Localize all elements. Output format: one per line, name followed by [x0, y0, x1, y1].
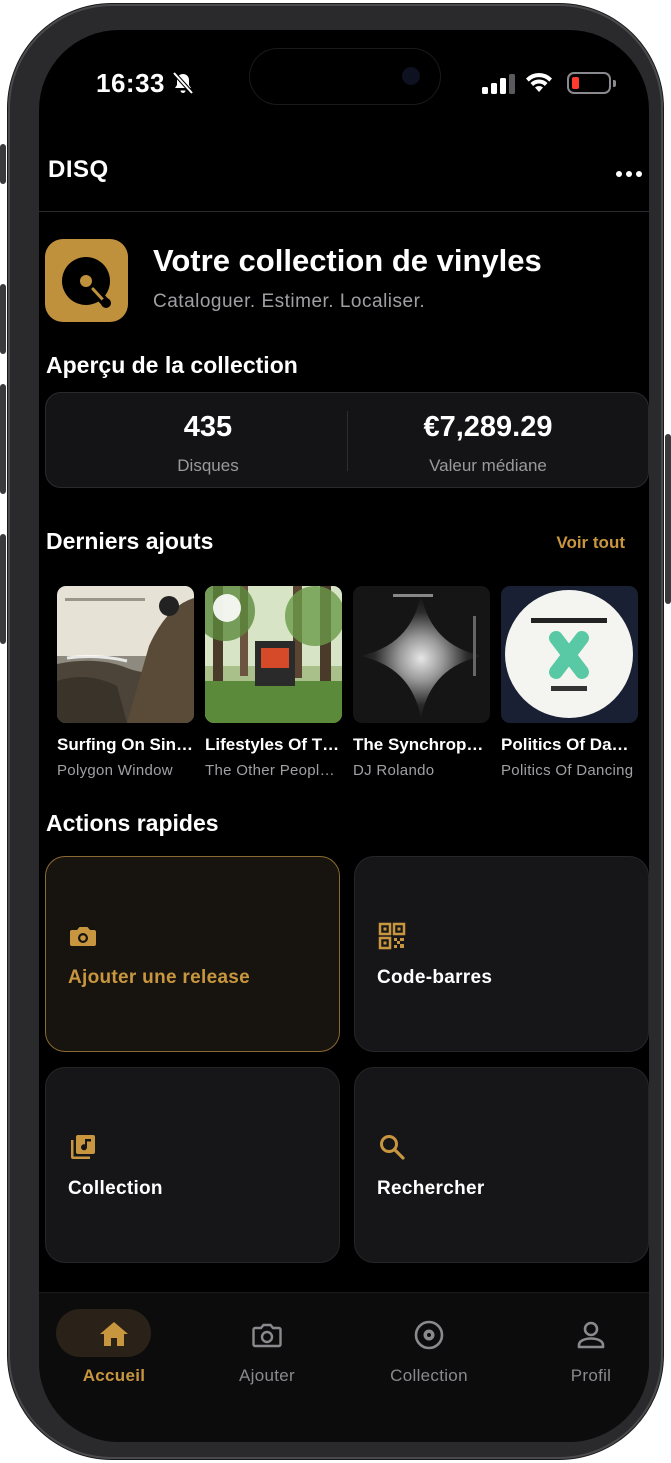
quick-actions-heading: Actions rapides — [46, 810, 219, 836]
app-name: DISQ — [48, 156, 109, 183]
album-title: Politics Of Dancing — [501, 735, 638, 754]
median-value: €7,289.29 — [423, 411, 553, 443]
app-header: DISQ — [39, 140, 649, 212]
add-release-button[interactable]: Ajouter une release — [45, 856, 340, 1052]
volume-down-button — [0, 384, 6, 494]
album-title: Lifestyles Of The Laptop Café — [205, 735, 342, 754]
tab-add-label: Ajouter — [239, 1366, 295, 1385]
dynamic-island — [250, 49, 440, 104]
volume-up-button — [0, 284, 6, 354]
recent-heading: Derniers ajouts — [46, 528, 214, 554]
qr-code-icon — [378, 922, 406, 950]
album-title: Surfing On Sine Waves — [57, 735, 194, 754]
person-icon — [577, 1321, 605, 1349]
album-card[interactable]: The Synchrophone DJ Rolando — [353, 586, 490, 779]
collection-button[interactable]: Collection — [45, 1067, 340, 1263]
tab-profile[interactable]: Profil — [516, 1293, 649, 1403]
volume-button — [0, 534, 6, 644]
records-count: 435 — [183, 411, 233, 443]
search-label: Rechercher — [377, 1178, 485, 1199]
album-cover — [57, 586, 194, 723]
home-icon — [100, 1322, 128, 1346]
silent-bell-icon — [172, 71, 194, 95]
overview-heading: Aperçu de la collection — [46, 352, 298, 378]
tab-profile-label: Profil — [570, 1366, 612, 1385]
status-bar: 16:33 — [39, 30, 649, 140]
action-button — [0, 144, 6, 184]
hero-subtitle: Cataloguer. Estimer. Localiser. — [153, 291, 426, 312]
search-icon — [380, 1135, 405, 1160]
album-cover — [501, 586, 638, 723]
album-artist: The Other People Place — [205, 762, 342, 779]
tab-home-label: Accueil — [82, 1366, 146, 1385]
search-button[interactable]: Rechercher — [354, 1067, 649, 1263]
records-stat: 435 Disques — [58, 393, 358, 489]
tab-add[interactable]: Ajouter — [192, 1293, 342, 1403]
wifi-icon — [526, 72, 552, 92]
collection-label: Collection — [68, 1178, 163, 1199]
barcode-button[interactable]: Code-barres — [354, 856, 649, 1052]
value-stat: €7,289.29 Valeur médiane — [338, 393, 638, 489]
hero-title: Votre collection de vinyles — [153, 243, 542, 278]
phone-frame: 16:33 DISQ Votre collection de vinyles C… — [0, 4, 671, 1459]
records-label: Disques — [177, 456, 239, 475]
music-library-icon — [71, 1135, 95, 1159]
tab-home[interactable]: Accueil — [39, 1293, 189, 1403]
album-cover — [353, 586, 490, 723]
recent-albums-carousel[interactable]: Surfing On Sine Waves Polygon Window — [57, 586, 649, 786]
album-artist: DJ Rolando — [353, 762, 435, 779]
median-value-label: Valeur médiane — [429, 456, 547, 475]
battery-icon — [567, 72, 616, 94]
camera-icon — [252, 1323, 282, 1348]
album-title: The Synchrophone — [353, 735, 490, 754]
bottom-tab-bar: Accueil Ajouter Collection Profil — [39, 1292, 649, 1442]
camera-icon — [70, 927, 96, 946]
tab-collection-label: Collection — [390, 1366, 468, 1385]
barcode-label: Code-barres — [377, 967, 493, 988]
add-release-label: Ajouter une release — [68, 967, 251, 988]
app-logo-icon — [45, 239, 128, 322]
screen: 16:33 DISQ Votre collection de vinyles C… — [39, 30, 649, 1442]
album-card[interactable]: Surfing On Sine Waves Polygon Window — [57, 586, 194, 779]
cellular-signal-icon — [482, 74, 515, 94]
album-artist: Politics Of Dancing — [501, 762, 634, 779]
album-card[interactable]: Politics Of Dancing Politics Of Dancing — [501, 586, 638, 779]
power-button — [665, 434, 671, 604]
album-artist: Polygon Window — [57, 762, 173, 779]
album-cover — [205, 586, 342, 723]
status-time: 16:33 — [96, 68, 165, 98]
see-all-link[interactable]: Voir tout — [556, 533, 625, 553]
vinyl-icon — [414, 1320, 444, 1350]
album-card[interactable]: Lifestyles Of The Laptop Café The Other … — [205, 586, 342, 779]
tab-collection[interactable]: Collection — [354, 1293, 504, 1403]
overview-card: 435 Disques €7,289.29 Valeur médiane — [45, 392, 649, 488]
more-options-icon[interactable] — [609, 162, 649, 186]
